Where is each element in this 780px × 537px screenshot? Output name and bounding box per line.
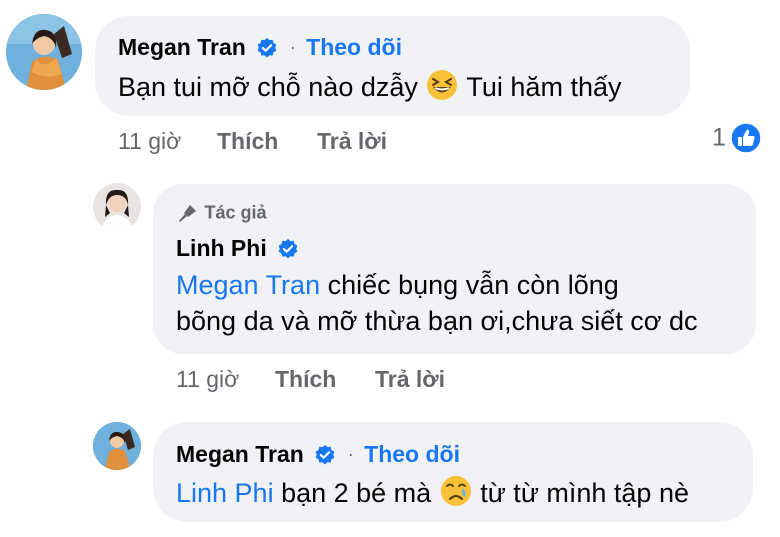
- comment-text-part: từ từ mình tập nè: [480, 478, 689, 508]
- profile-photo: [93, 183, 141, 231]
- reply-button[interactable]: Trả lời: [375, 366, 445, 393]
- verified-badge-icon: [315, 444, 335, 464]
- comment-header: Megan Tran · Theo dõi: [118, 34, 402, 61]
- author-name[interactable]: Linh Phi: [176, 235, 267, 262]
- like-button[interactable]: Thích: [275, 366, 336, 393]
- avatar[interactable]: [93, 183, 141, 231]
- comment-text-line: bõng da và mỡ thừa bạn ơi,chưa siết cơ d…: [176, 306, 698, 336]
- microphone-icon: [179, 205, 196, 222]
- verified-badge-icon: [278, 238, 298, 258]
- mention-link[interactable]: Linh Phi: [176, 478, 274, 508]
- separator-dot: ·: [347, 444, 354, 464]
- comment-text-part: chiếc bụng vẫn còn lõng: [320, 270, 619, 300]
- follow-button[interactable]: Theo dõi: [364, 441, 460, 467]
- comment-text: Megan Tran chiếc bụng vẫn còn lõng bõng …: [176, 268, 746, 338]
- follow-button[interactable]: Theo dõi: [306, 34, 402, 60]
- timestamp[interactable]: 11 giờ: [176, 366, 239, 393]
- verified-badge-icon: [257, 37, 277, 57]
- reply-button[interactable]: Trả lời: [317, 128, 387, 155]
- comment-text-part: Tui hăm thấy: [466, 72, 622, 102]
- comment-text-part: bạn 2 bé mà: [273, 478, 432, 508]
- comment-text: Bạn tui mỡ chỗ nào dzẫy Tui hăm thấy: [118, 68, 621, 104]
- comment-header: Megan Tran · Theo dõi: [176, 441, 460, 468]
- author-name[interactable]: Megan Tran: [118, 34, 246, 61]
- author-name[interactable]: Megan Tran: [176, 441, 304, 468]
- grinning-squinting-face-icon: [427, 70, 458, 100]
- author-badge: Tác giả: [176, 201, 266, 225]
- reaction-count: 1: [712, 123, 726, 152]
- comment-text-part: Bạn tui mỡ chỗ nào dzẫy: [118, 72, 418, 102]
- mention-link[interactable]: Megan Tran: [176, 270, 320, 300]
- comment-header: Linh Phi: [176, 235, 299, 262]
- timestamp[interactable]: 11 giờ: [118, 128, 181, 155]
- comment-text: Linh Phi bạn 2 bé mà từ từ mình tập nè: [176, 474, 689, 510]
- comment-actions: 11 giờ Thích Trả lời: [0, 366, 780, 396]
- crying-face-icon: [440, 476, 471, 506]
- separator-dot: ·: [289, 37, 296, 57]
- avatar[interactable]: [6, 14, 82, 90]
- profile-photo: [93, 422, 141, 470]
- like-button[interactable]: Thích: [217, 128, 278, 155]
- like-reaction-icon: [730, 122, 763, 154]
- reaction-summary[interactable]: 1: [712, 122, 763, 154]
- comment-actions: 11 giờ Thích Trả lời: [0, 128, 780, 158]
- author-badge-label: Tác giả: [204, 202, 267, 223]
- avatar[interactable]: [93, 422, 141, 470]
- profile-photo: [6, 14, 82, 90]
